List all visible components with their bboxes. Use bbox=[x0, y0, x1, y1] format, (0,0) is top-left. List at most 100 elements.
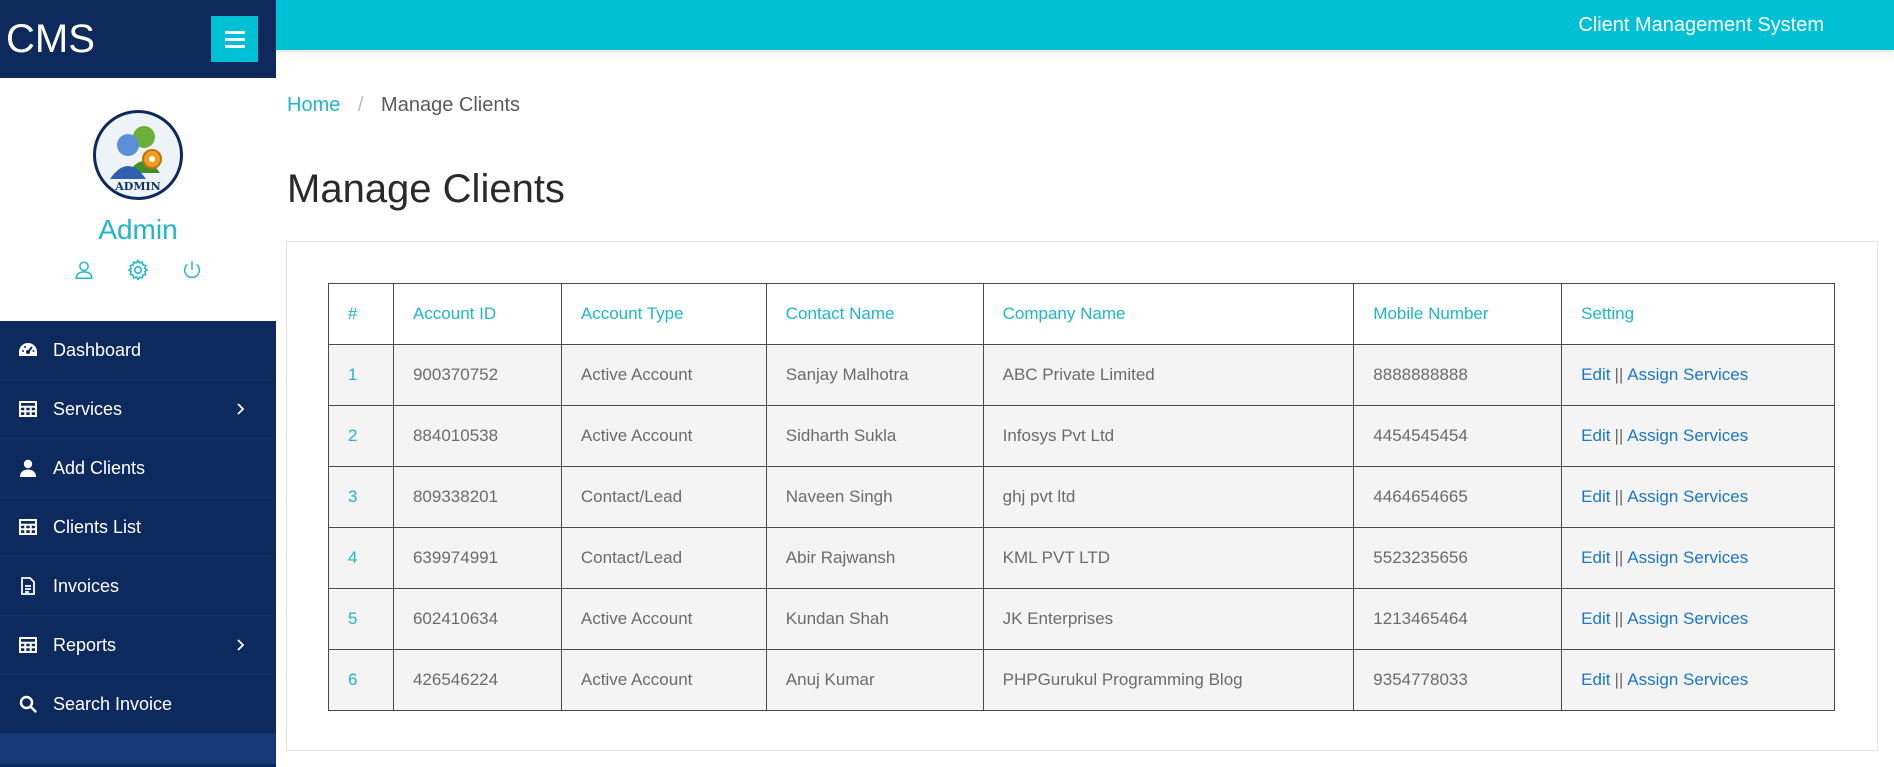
account-id-cell: 602410634 bbox=[392, 588, 562, 650]
row-index: 3 bbox=[328, 466, 394, 528]
link-separator: || bbox=[1614, 426, 1624, 445]
sidebar-item-reports[interactable]: Reports bbox=[0, 616, 276, 675]
company-name-cell: JK Enterprises bbox=[982, 588, 1355, 650]
grid-icon bbox=[18, 517, 38, 537]
account-type-cell: Active Account bbox=[560, 344, 767, 406]
contact-name-cell: Sidharth Sukla bbox=[765, 405, 984, 467]
profile-actions bbox=[72, 258, 204, 282]
mobile-number-cell: 1213465464 bbox=[1353, 588, 1563, 650]
table-row: 5 602410634 Active Account Kundan Shah J… bbox=[328, 588, 1835, 650]
link-separator: || bbox=[1614, 365, 1624, 384]
sidebar-item-label: Search Invoice bbox=[53, 693, 173, 714]
sidebar-footer bbox=[0, 734, 276, 764]
gear-icon[interactable] bbox=[126, 258, 150, 282]
company-name-cell: KML PVT LTD bbox=[982, 527, 1355, 589]
column-header: Account ID bbox=[392, 283, 562, 345]
setting-cell: Edit || Assign Services bbox=[1561, 405, 1835, 467]
sidebar-item-label: Reports bbox=[53, 634, 117, 655]
account-id-cell: 809338201 bbox=[392, 466, 562, 528]
sidebar-item-label: Add Clients bbox=[53, 457, 146, 478]
edit-link[interactable]: Edit bbox=[1581, 670, 1610, 689]
account-type-cell: Active Account bbox=[560, 405, 767, 467]
contact-name-cell: Naveen Singh bbox=[765, 466, 984, 528]
table-row: 1 900370752 Active Account Sanjay Malhot… bbox=[328, 344, 1835, 406]
sidebar-nav: Dashboard Services Add Clients Clients L… bbox=[0, 321, 276, 734]
sidebar-item-label: Invoices bbox=[53, 575, 120, 596]
account-id-cell: 426546224 bbox=[392, 649, 562, 711]
page-title: Manage Clients bbox=[287, 167, 565, 211]
assign-services-link[interactable]: Assign Services bbox=[1627, 426, 1748, 445]
setting-cell: Edit || Assign Services bbox=[1561, 588, 1835, 650]
column-header: Account Type bbox=[560, 283, 767, 345]
brand-title: CMS bbox=[6, 16, 95, 61]
assign-services-link[interactable]: Assign Services bbox=[1627, 670, 1748, 689]
edit-link[interactable]: Edit bbox=[1581, 365, 1610, 384]
grid-icon bbox=[18, 635, 38, 655]
clients-table: # Account ID Account Type Contact Name C… bbox=[328, 283, 1835, 711]
mobile-number-cell: 5523235656 bbox=[1353, 527, 1563, 589]
contact-name-cell: Sanjay Malhotra bbox=[765, 344, 984, 406]
table-row: 4 639974991 Contact/Lead Abir Rajwansh K… bbox=[328, 527, 1835, 589]
company-name-cell: ghj pvt ltd bbox=[982, 466, 1355, 528]
row-index: 6 bbox=[328, 649, 394, 711]
company-name-cell: ABC Private Limited bbox=[982, 344, 1355, 406]
setting-cell: Edit || Assign Services bbox=[1561, 649, 1835, 711]
account-id-cell: 884010538 bbox=[392, 405, 562, 467]
table-header-row: # Account ID Account Type Contact Name C… bbox=[328, 283, 1835, 345]
assign-services-link[interactable]: Assign Services bbox=[1627, 609, 1748, 628]
assign-services-link[interactable]: Assign Services bbox=[1627, 548, 1748, 567]
assign-services-link[interactable]: Assign Services bbox=[1627, 487, 1748, 506]
clients-panel: # Account ID Account Type Contact Name C… bbox=[286, 241, 1878, 751]
mobile-number-cell: 8888888888 bbox=[1353, 344, 1563, 406]
column-header: Mobile Number bbox=[1353, 283, 1563, 345]
app-title: Client Management System bbox=[1578, 14, 1824, 36]
brand-bar: CMS bbox=[0, 0, 276, 78]
hamburger-icon bbox=[224, 44, 245, 48]
sidebar-item-search-invoice[interactable]: Search Invoice bbox=[0, 675, 276, 734]
power-icon[interactable] bbox=[180, 258, 204, 282]
assign-services-link[interactable]: Assign Services bbox=[1627, 365, 1748, 384]
main-content: Home / Manage Clients Manage Clients # A… bbox=[276, 50, 1894, 767]
breadcrumb: Home / Manage Clients bbox=[287, 94, 520, 117]
table-row: 6 426546224 Active Account Anuj Kumar PH… bbox=[328, 649, 1835, 711]
chevron-right-icon bbox=[237, 403, 245, 415]
sidebar-item-clients-list[interactable]: Clients List bbox=[0, 498, 276, 557]
account-id-cell: 639974991 bbox=[392, 527, 562, 589]
dashboard-icon bbox=[18, 340, 38, 360]
account-type-cell: Active Account bbox=[560, 588, 767, 650]
account-id-cell: 900370752 bbox=[392, 344, 562, 406]
edit-link[interactable]: Edit bbox=[1581, 548, 1610, 567]
user-icon bbox=[18, 458, 38, 478]
top-bar: Client Management System bbox=[276, 0, 1894, 50]
avatar: ADMIN bbox=[93, 110, 183, 200]
link-separator: || bbox=[1614, 548, 1624, 567]
search-icon bbox=[18, 694, 38, 714]
breadcrumb-separator: / bbox=[357, 94, 364, 116]
account-type-cell: Active Account bbox=[560, 649, 767, 711]
row-index: 2 bbox=[328, 405, 394, 467]
mobile-number-cell: 4454545454 bbox=[1353, 405, 1563, 467]
avatar-label: ADMIN bbox=[115, 180, 161, 193]
sidebar-item-dashboard[interactable]: Dashboard bbox=[0, 321, 276, 380]
row-index: 5 bbox=[328, 588, 394, 650]
user-icon[interactable] bbox=[72, 258, 96, 282]
sidebar-item-add-clients[interactable]: Add Clients bbox=[0, 439, 276, 498]
sidebar-item-label: Services bbox=[53, 398, 123, 419]
row-index: 1 bbox=[328, 344, 394, 406]
breadcrumb-home-link[interactable]: Home bbox=[287, 94, 340, 116]
menu-toggle-button[interactable] bbox=[211, 16, 258, 62]
account-type-cell: Contact/Lead bbox=[560, 466, 767, 528]
edit-link[interactable]: Edit bbox=[1581, 609, 1610, 628]
sidebar: CMS ADMIN Admin Dashboard Services Add C… bbox=[0, 0, 276, 767]
company-name-cell: PHPGurukul Programming Blog bbox=[982, 649, 1355, 711]
sidebar-item-services[interactable]: Services bbox=[0, 380, 276, 439]
edit-link[interactable]: Edit bbox=[1581, 426, 1610, 445]
document-icon bbox=[18, 576, 38, 596]
table-row: 3 809338201 Contact/Lead Naveen Singh gh… bbox=[328, 466, 1835, 528]
edit-link[interactable]: Edit bbox=[1581, 487, 1610, 506]
profile-name: Admin bbox=[98, 214, 178, 245]
hamburger-icon bbox=[224, 37, 245, 41]
setting-cell: Edit || Assign Services bbox=[1561, 527, 1835, 589]
contact-name-cell: Abir Rajwansh bbox=[765, 527, 984, 589]
sidebar-item-invoices[interactable]: Invoices bbox=[0, 557, 276, 616]
